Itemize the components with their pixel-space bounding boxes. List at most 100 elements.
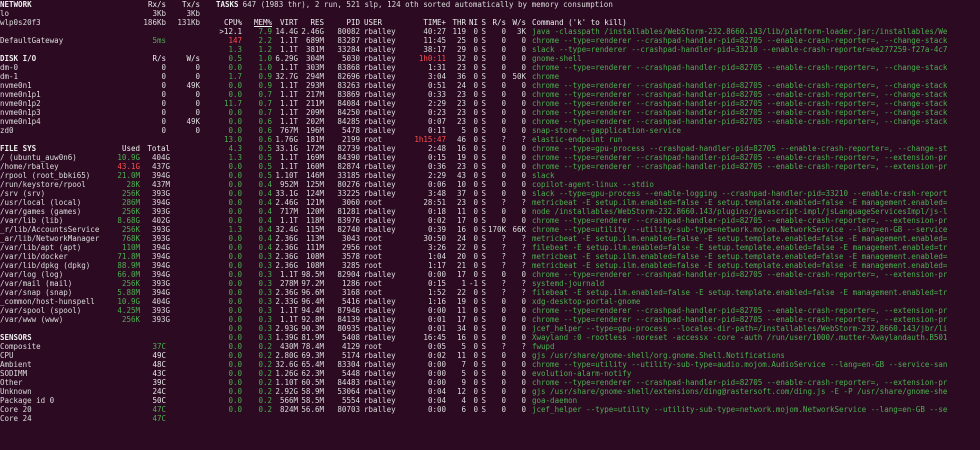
process-row[interactable]: 11.7 0.7 1.1T 211M 84084 rballey 2:29 23 0 S 0 0 chr…	[216, 99, 980, 108]
col-mem[interactable]: MEM%	[242, 18, 272, 27]
process-row[interactable]: 0.0 0.3 1.1T 94.4M 87946 rballey 0:00 11 0 S 0 0 chr…	[216, 306, 980, 315]
process-write-rate: 0	[521, 63, 526, 72]
process-row[interactable]: 0.0 0.2 2.80G 69.3M 5174 rballey 0:02 11 0 S 0 0 gjs…	[216, 351, 980, 360]
process-row[interactable]: 147 2.2 1.1T 689M 83287 rballey 11:45 25 0 S 0 0 chr…	[216, 36, 980, 45]
process-res: 211M	[305, 99, 324, 108]
process-row[interactable]: 1.3 0.5 1.1T 169M 84390 rballey 0:15 19 0 S 0 0 chro…	[216, 153, 980, 162]
col-thr[interactable]: THR	[446, 18, 466, 27]
process-row[interactable]: 0.0 0.3 1.39G 81.9M 5408 rballey 16:45 16 0 S 0 0 Xw…	[216, 333, 980, 342]
process-row[interactable]: 0.0 0.4 2.36G 111M 2956 root 3:26 22 0 S?? filebea…	[216, 243, 980, 252]
process-read-rate: 0	[501, 315, 506, 324]
col-pid[interactable]: PID	[324, 18, 360, 27]
process-virt: 6.29G	[275, 54, 298, 63]
disk-header: DISK I/O	[0, 54, 37, 63]
process-row[interactable]: 4.3 0.5 33.1G 172M 82739 rballey 2:48 16 0 S 0 0 chr…	[216, 144, 980, 153]
process-threads: 16	[456, 333, 466, 342]
process-command: jcef_helper --type=gpu-process --locales…	[532, 324, 948, 333]
process-user: rballey	[364, 81, 396, 90]
process-row[interactable]: 0.0 0.4 952M 125M 80276 rballey 0:06 10 0 S 0 0 copi…	[216, 180, 980, 189]
process-write-rate: 0	[521, 180, 526, 189]
process-row[interactable]: 0.0 0.4 33.1G 124M 33225 rballey 3:48 37 0 S 0 0 sla…	[216, 189, 980, 198]
process-row[interactable]: 0.0 0.2 1.26G 62.3M 5448 rballey 0:00 5 0 S 0 0 evol…	[216, 369, 980, 378]
process-row[interactable]: 0.0 0.3 1.1T 92.8M 84139 rballey 0:01 17 0 S 0 0 chr…	[216, 315, 980, 324]
process-row[interactable]: 0.0 0.3 2.36G 108M 3285 root 1:17 21 0 S?? metricb…	[216, 261, 980, 270]
col-cpu[interactable]: CPU%	[216, 18, 242, 27]
process-nice: 0	[473, 396, 478, 405]
process-row[interactable]: >12.1 7.9 14.4G 2.46G 80082 rballey 40:27 119 0 S…	[216, 27, 980, 36]
process-row[interactable]: 0.0 0.3 2.93G 90.3M 80935 rballey 0:01 34 0 S 0 0 jc…	[216, 324, 980, 333]
col-rs[interactable]: R/s	[486, 18, 506, 27]
col-s[interactable]: S	[478, 18, 486, 27]
process-row[interactable]: 0.0 0.6 767M 196M 5478 rballey 0:11 5 0 S 0 0 snap-s…	[216, 126, 980, 135]
process-row[interactable]: 1.3 1.2 1.1T 381M 33284 rballey 38:17 29 0 S 0 0 sla…	[216, 45, 980, 54]
process-cpu: 1.3	[228, 45, 242, 54]
process-row[interactable]: 0.0 0.3 1.1T 98.5M 82904 rballey 0:00 17 0 S 0 0 chr…	[216, 270, 980, 279]
disk-row: zd0 0 0	[0, 126, 208, 135]
process-row[interactable]: 0.0 0.3 278M 97.2M 1286 root 0:15 1 -1 S?? systemd…	[216, 279, 980, 288]
process-row[interactable]: 0.0 0.9 1.1T 293M 83263 rballey 0:51 24 0 S 0 0 chro…	[216, 81, 980, 90]
disk-write-value: 0	[195, 108, 200, 117]
process-threads: 24	[456, 81, 466, 90]
col-time[interactable]: TIME+	[406, 18, 446, 27]
process-row[interactable]: 0.0 0.3 2.36G 96.6M 3168 root 1:52 22 0 S?? filebe…	[216, 288, 980, 297]
process-row[interactable]: 0.0 0.6 1.1T 202M 84285 rballey 0:07 23 0 S 0 0 chro…	[216, 117, 980, 126]
process-virt: 2.93G	[275, 324, 298, 333]
process-state: S	[481, 117, 486, 126]
col-ni[interactable]: NI	[466, 18, 478, 27]
process-row[interactable]: 0.0 0.2 32.6G 65.4M 83304 rballey 0:00 7 0 S 0 0 chr…	[216, 360, 980, 369]
process-nice: 0	[473, 387, 478, 396]
process-nice: 0	[473, 405, 478, 414]
process-write-rate: 0	[521, 153, 526, 162]
sensor-value: 47C	[152, 414, 166, 423]
process-row[interactable]: 0.0 0.7 1.1T 209M 84250 rballey 0:23 23 0 S 0 0 chro…	[216, 108, 980, 117]
process-row[interactable]: 0.0 0.7 1.1T 217M 83869 rballey 0:33 23 0 S 0 0 chro…	[216, 90, 980, 99]
process-row[interactable]: 1.3 0.4 32.4G 115M 82740 rballey 0:39 16 0 S 170K 6…	[216, 225, 980, 234]
process-write-rate: 0	[521, 81, 526, 90]
process-pid: 83976	[337, 216, 360, 225]
process-threads: 37	[456, 189, 466, 198]
fs-used-value: 88.9M	[117, 261, 140, 270]
process-read-rate: ?	[501, 279, 506, 288]
process-nice: 0	[473, 369, 478, 378]
process-state: S	[481, 99, 486, 108]
process-row[interactable]: 0.0 0.4 1.1T 118M 83976 rballey 0:02 17 0 S 0 0 chro…	[216, 216, 980, 225]
process-row[interactable]: 0.0 1.0 1.1T 303M 83868 rballey 1:31 23 0 S 0 0 chro…	[216, 63, 980, 72]
process-row[interactable]: 0.0 0.4 717M 120M 81281 rballey 0:18 11 0 S 0 0 node…	[216, 207, 980, 216]
process-time: 0:05	[427, 342, 446, 351]
col-command[interactable]: Command ('k' to kill)	[526, 18, 627, 27]
col-ws[interactable]: W/s	[506, 18, 526, 27]
fs-mount-name: /var/games (games)	[0, 207, 82, 216]
process-row[interactable]: 13.0 0.6 1.76G 181M 2199 root 1h15:47 46 0 S?? ela…	[216, 135, 980, 144]
process-row[interactable]: 0.0 0.2 430M 78.4M 4129 root 0:05 5 0 S?? fwupd	[216, 342, 980, 351]
process-row[interactable]: 0.0 0.2 824M 56.6M 80703 rballey 0:00 6 0 S 0 0 jcef…	[216, 405, 980, 414]
process-row[interactable]: 0.0 0.2 2.92G 58.9M 53064 rballey 0:04 12 0 S 0 0 gj…	[216, 387, 980, 396]
process-pid: 5554	[341, 396, 360, 405]
process-state: S	[481, 153, 486, 162]
process-row[interactable]: 1.7 0.9 32.7G 294M 82696 rballey 3:04 36 0 S 0 50K c…	[216, 72, 980, 81]
fs-row: /srv (srv) 256K 393G	[0, 189, 208, 198]
process-nice: 0	[473, 144, 478, 153]
process-nice: 0	[473, 342, 478, 351]
process-row[interactable]: 0.0 0.2 566M 58.5M 5554 rballey 0:04 4 0 S 0 0 goa-d…	[216, 396, 980, 405]
process-row[interactable]: 0.0 0.3 2.33G 96.4M 5416 rballey 1:16 19 0 S 0 0 xdg…	[216, 297, 980, 306]
fs-total-value: 394G	[151, 288, 170, 297]
col-res[interactable]: RES	[298, 18, 324, 27]
col-virt[interactable]: VIRT	[272, 18, 298, 27]
disk-device-name: nvme0n1p1	[0, 90, 41, 99]
process-row[interactable]: 0.0 0.2 1.10T 60.5M 84483 rballey 0:00 9 0 S 0 0 chr…	[216, 378, 980, 387]
disk-row: nvme0n1p1 0 0	[0, 90, 208, 99]
process-state: S	[481, 252, 486, 261]
process-state: S	[481, 387, 486, 396]
process-row[interactable]: 0.0 0.5 1.10T 146M 33185 rballey 2:29 43 0 S 0 0 sla…	[216, 171, 980, 180]
fs-used-value: 256K	[121, 189, 140, 198]
process-row[interactable]: 0.0 0.5 1.1T 160M 82874 rballey 0:36 23 0 S 0 0 chro…	[216, 162, 980, 171]
process-row[interactable]: 0.0 0.4 2.36G 113M 3043 root 30:50 24 0 S?? metric…	[216, 234, 980, 243]
process-row[interactable]: 0.0 0.4 2.46G 121M 3060 root 28:51 23 0 S?? metric…	[216, 198, 980, 207]
col-user[interactable]: USER	[360, 18, 406, 27]
process-row[interactable]: 0.0 0.3 2.36G 108M 3578 root 1:04 20 0 S?? metricb…	[216, 252, 980, 261]
process-threads: 43	[456, 171, 466, 180]
process-pid: 84084	[337, 99, 360, 108]
disk-device-name: nvme0n1p2	[0, 99, 41, 108]
process-command: chrome --type=renderer --crashpad-handle…	[532, 216, 948, 225]
process-row[interactable]: 0.5 1.0 6.29G 304M 5030 rballey 1h0:11 32 0 S 0 0 gn…	[216, 54, 980, 63]
